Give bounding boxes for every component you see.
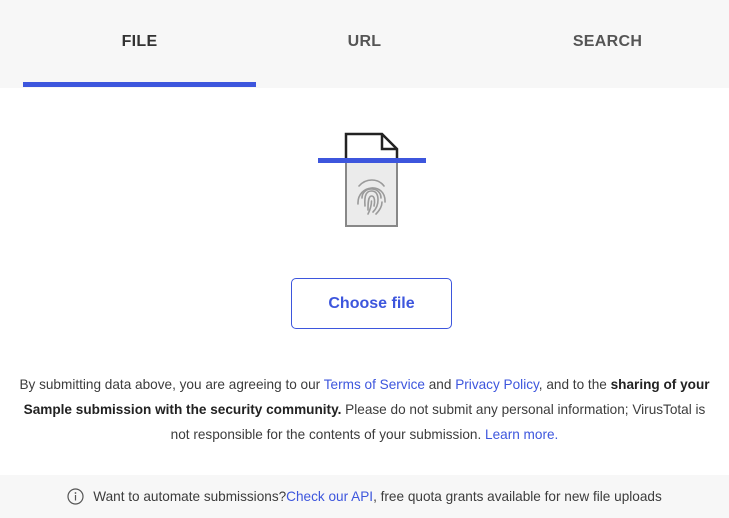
tab-search[interactable]: SEARCH: [486, 0, 729, 88]
tab-url-label: URL: [347, 33, 382, 50]
api-banner-text-before: Want to automate submissions?: [93, 489, 287, 504]
learn-more-link[interactable]: Learn more.: [485, 427, 558, 442]
api-banner-text-after: , free quota grants available for new fi…: [373, 489, 662, 504]
tab-search-label: SEARCH: [572, 33, 643, 50]
terms-text-3: , and to the: [538, 377, 611, 392]
tab-bar: FILE URL SEARCH: [0, 0, 729, 88]
fingerprint-file-icon: [310, 124, 430, 234]
privacy-policy-link[interactable]: Privacy Policy: [455, 377, 539, 392]
api-banner: Want to automate submissions? Check our …: [0, 475, 729, 518]
terms-text-1: By submitting data above, you are agreei…: [19, 377, 324, 392]
tab-file-label: FILE: [121, 33, 158, 50]
check-api-link[interactable]: Check our API: [286, 489, 373, 504]
terms-text-2: and: [424, 377, 456, 392]
tab-url[interactable]: URL: [243, 0, 486, 88]
tab-file[interactable]: FILE: [18, 0, 261, 88]
active-tab-indicator: [23, 82, 256, 87]
terms-notice: By submitting data above, you are agreei…: [18, 372, 711, 447]
terms-of-service-link[interactable]: Terms of Service: [324, 377, 425, 392]
info-icon: [67, 488, 84, 505]
choose-file-button[interactable]: Choose file: [291, 278, 452, 329]
